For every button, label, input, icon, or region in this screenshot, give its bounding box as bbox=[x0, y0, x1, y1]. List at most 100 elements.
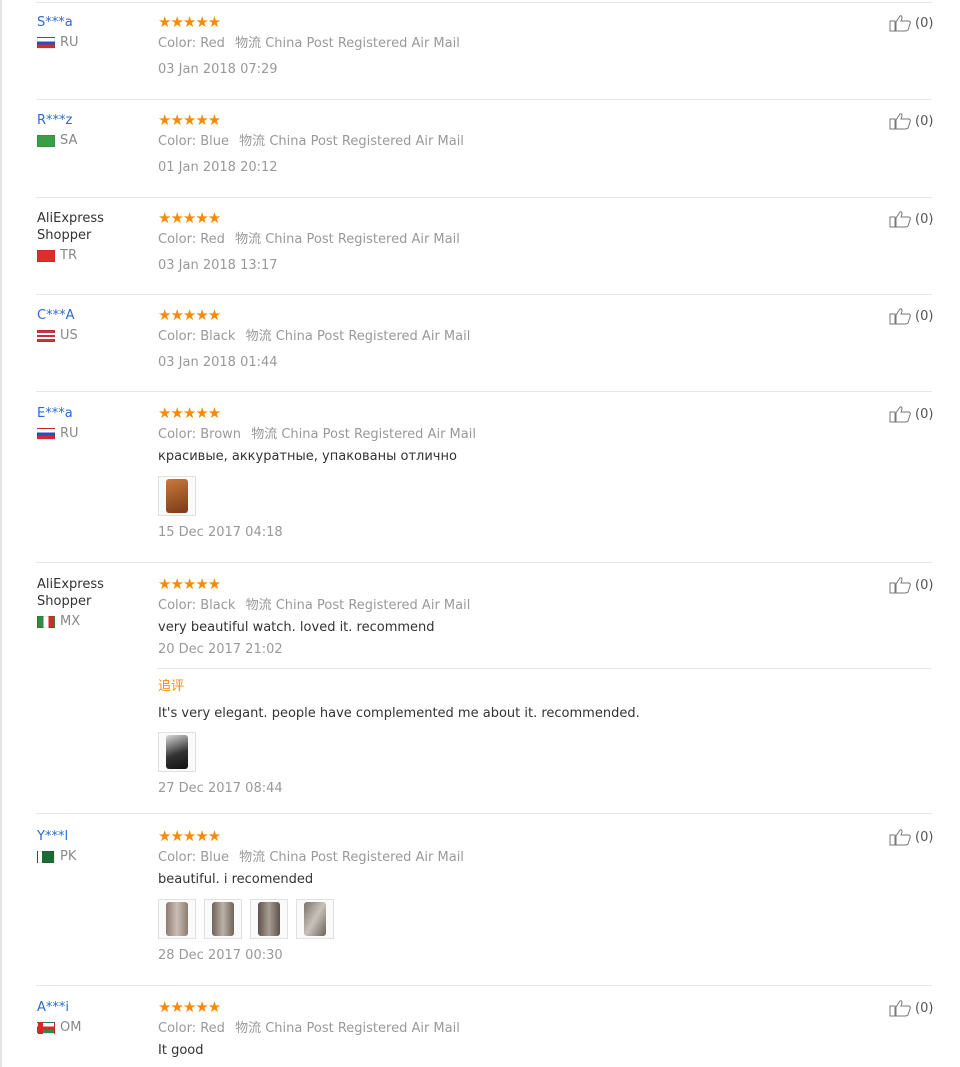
review-date: 15 Dec 2017 04:18 bbox=[158, 525, 283, 540]
like-count: (0) bbox=[915, 15, 934, 31]
review-meta: Color: Red 物流 China Post Registered Air … bbox=[158, 35, 858, 53]
color-label: Color: bbox=[158, 36, 197, 51]
reviewer-country: MX bbox=[37, 614, 147, 629]
review-body: ★★★★★ Color: Black 物流 China Post Registe… bbox=[158, 576, 858, 659]
like-button[interactable]: (0) bbox=[889, 999, 933, 1017]
logistics-label: 物流 bbox=[239, 850, 266, 865]
review-date: 03 Jan 2018 01:44 bbox=[158, 355, 278, 370]
review-meta: Color: Blue 物流 China Post Registered Air… bbox=[158, 849, 858, 867]
reviewer-country: US bbox=[37, 328, 147, 343]
left-border bbox=[0, 0, 2, 1067]
reviewer-country: SA bbox=[37, 133, 147, 148]
color-value: Red bbox=[200, 36, 225, 51]
color-value: Blue bbox=[200, 850, 230, 865]
review-separator bbox=[36, 813, 932, 814]
review-date: 03 Jan 2018 07:29 bbox=[158, 62, 278, 77]
review-meta: Color: Blue 物流 China Post Registered Air… bbox=[158, 133, 858, 151]
like-button[interactable]: (0) bbox=[889, 576, 933, 594]
review-date: 28 Dec 2017 00:30 bbox=[158, 948, 283, 963]
flag-icon-us bbox=[37, 329, 55, 342]
reviewer-name: AliExpress Shopper bbox=[37, 577, 104, 609]
flag-icon-sa bbox=[37, 134, 55, 147]
review-body: ★★★★★ Color: Blue 物流 China Post Register… bbox=[158, 112, 858, 177]
review-meta: Color: Black 物流 China Post Registered Ai… bbox=[158, 328, 858, 346]
logistics-value: China Post Registered Air Mail bbox=[265, 36, 460, 51]
review-photo-thumbnail[interactable] bbox=[158, 732, 196, 772]
like-button[interactable]: (0) bbox=[889, 210, 933, 228]
country-code: PK bbox=[60, 849, 77, 864]
star-rating: ★★★★★ bbox=[158, 575, 221, 593]
color-label: Color: bbox=[158, 134, 197, 149]
like-button[interactable]: (0) bbox=[889, 307, 933, 325]
country-code: MX bbox=[60, 614, 81, 629]
review-body: ★★★★★ Color: Red 物流 China Post Registere… bbox=[158, 999, 858, 1060]
reviewer-info: R***z SA bbox=[37, 112, 147, 148]
color-value: Blue bbox=[200, 134, 230, 149]
logistics-label: 物流 bbox=[235, 36, 262, 51]
like-button[interactable]: (0) bbox=[889, 828, 933, 846]
thumbs-up-icon bbox=[889, 1000, 911, 1017]
color-value: Black bbox=[200, 598, 236, 613]
reviewer-name: A***i bbox=[37, 1000, 70, 1015]
review-meta: Color: Red 物流 China Post Registered Air … bbox=[158, 231, 858, 249]
country-code: OM bbox=[60, 1020, 82, 1035]
followup-photos bbox=[158, 732, 858, 772]
review-separator bbox=[36, 985, 932, 986]
flag-icon-ru bbox=[37, 427, 55, 440]
reviewer-info: C***A US bbox=[37, 307, 147, 343]
like-count: (0) bbox=[915, 113, 934, 129]
star-rating: ★★★★★ bbox=[158, 13, 221, 31]
review-photo-thumbnail[interactable] bbox=[158, 899, 196, 939]
review-date: 03 Jan 2018 13:17 bbox=[158, 258, 278, 273]
flag-icon-pk bbox=[37, 850, 55, 863]
logistics-label: 物流 bbox=[251, 427, 278, 442]
review-meta: Color: Brown 物流 China Post Registered Ai… bbox=[158, 426, 858, 444]
star-rating: ★★★★★ bbox=[158, 404, 221, 422]
review-comment: very beautiful watch. loved it. recommen… bbox=[158, 620, 435, 635]
country-code: US bbox=[60, 328, 78, 343]
review-photo-thumbnail[interactable] bbox=[296, 899, 334, 939]
thumbs-up-icon bbox=[889, 211, 911, 228]
star-rating: ★★★★★ bbox=[158, 209, 221, 227]
followup-title: 追评 bbox=[158, 679, 185, 694]
color-label: Color: bbox=[158, 598, 197, 613]
reviewer-info: Y***l PK bbox=[37, 828, 147, 864]
like-button[interactable]: (0) bbox=[889, 14, 933, 32]
review-photo-thumbnail[interactable] bbox=[158, 476, 196, 516]
logistics-value: China Post Registered Air Mail bbox=[275, 598, 471, 613]
review-body: ★★★★★ Color: Brown 物流 China Post Registe… bbox=[158, 405, 858, 542]
reviewer-name: C***A bbox=[37, 308, 75, 323]
like-count: (0) bbox=[915, 829, 934, 845]
review-separator bbox=[36, 562, 932, 563]
flag-icon-ru bbox=[37, 36, 55, 49]
reviewer-info: S***a RU bbox=[37, 14, 147, 50]
logistics-value: China Post Registered Air Mail bbox=[265, 232, 460, 247]
country-code: RU bbox=[60, 35, 79, 50]
review-comment: красивые, аккуратные, упакованы отлично bbox=[158, 449, 457, 464]
review-date: 20 Dec 2017 21:02 bbox=[158, 642, 283, 657]
country-code: RU bbox=[60, 426, 79, 441]
reviewer-country: TR bbox=[37, 248, 147, 263]
thumbs-up-icon bbox=[889, 406, 911, 423]
review-separator bbox=[36, 2, 932, 3]
reviewer-name: Y***l bbox=[37, 829, 69, 844]
review-separator bbox=[36, 197, 932, 198]
review-separator bbox=[36, 294, 932, 295]
reviewer-name: S***a bbox=[37, 15, 73, 30]
flag-icon-om bbox=[37, 1021, 55, 1034]
logistics-label: 物流 bbox=[245, 329, 272, 344]
like-count: (0) bbox=[915, 1000, 934, 1016]
like-count: (0) bbox=[915, 406, 934, 422]
color-label: Color: bbox=[158, 1021, 197, 1036]
color-label: Color: bbox=[158, 427, 197, 442]
review-photo-thumbnail[interactable] bbox=[250, 899, 288, 939]
color-label: Color: bbox=[158, 232, 197, 247]
review-meta: Color: Black 物流 China Post Registered Ai… bbox=[158, 597, 858, 615]
reviewer-info: A***i OM bbox=[37, 999, 147, 1035]
review-photo-thumbnail[interactable] bbox=[204, 899, 242, 939]
like-button[interactable]: (0) bbox=[889, 405, 933, 423]
reviewer-name: E***a bbox=[37, 406, 73, 421]
like-button[interactable]: (0) bbox=[889, 112, 933, 130]
thumbs-up-icon bbox=[889, 113, 911, 130]
followup-comment: It's very elegant. people have complemen… bbox=[158, 706, 640, 721]
